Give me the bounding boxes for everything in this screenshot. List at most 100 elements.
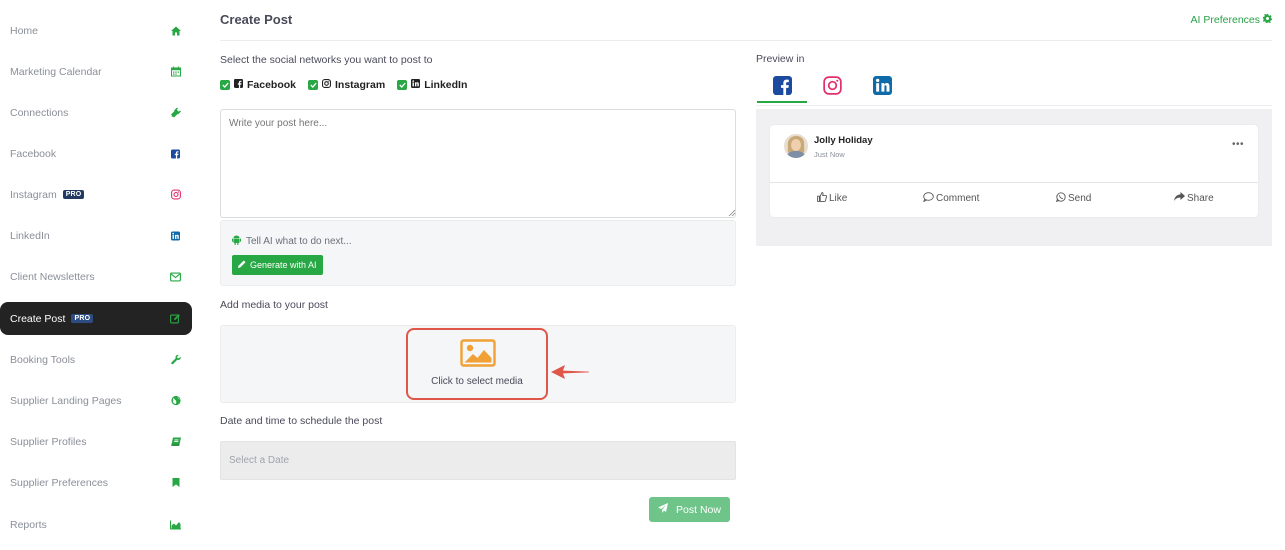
facebook-icon: [772, 76, 792, 98]
like-action[interactable]: Like: [817, 192, 847, 205]
network-option-linkedin[interactable]: LinkedIn: [397, 79, 467, 91]
more-options-icon[interactable]: •••: [1232, 139, 1244, 150]
generate-with-ai-button[interactable]: Generate with AI: [232, 255, 323, 275]
schedule-label: Date and time to schedule the post: [220, 415, 383, 427]
generate-with-ai-label: Generate with AI: [250, 260, 317, 270]
preview-tab-linkedin[interactable]: [857, 73, 907, 103]
date-picker-input[interactable]: Select a Date: [220, 441, 736, 480]
network-checkboxes: Facebook Instagram LinkedIn: [220, 79, 467, 91]
send-label: Send: [1068, 193, 1092, 204]
sidebar-item-reports[interactable]: Reports: [0, 508, 192, 541]
linkedin-icon: [170, 230, 181, 241]
ai-preferences-link[interactable]: AI Preferences: [1191, 14, 1272, 26]
send-action[interactable]: Send: [1055, 192, 1092, 205]
sidebar-item-connections[interactable]: Connections: [0, 96, 192, 129]
facebook-post-preview: Jolly Holiday Just Now ••• Like Comment …: [770, 125, 1258, 217]
preview-tab-facebook[interactable]: [757, 73, 807, 103]
network-option-label: LinkedIn: [424, 79, 468, 91]
android-icon: [232, 235, 241, 248]
sidebar-item-label: Supplier Profiles: [10, 435, 87, 448]
edit-icon: [170, 313, 181, 324]
select-media-button[interactable]: Click to select media: [406, 328, 548, 400]
share-action[interactable]: Share: [1174, 192, 1214, 204]
media-label: Add media to your post: [220, 299, 328, 311]
network-option-label: Facebook: [247, 79, 297, 91]
checkbox-checked-icon[interactable]: [308, 80, 319, 90]
sidebar-item-marketing-calendar[interactable]: Marketing Calendar: [0, 55, 192, 88]
sidebar-item-client-newsletters[interactable]: Client Newsletters: [0, 260, 192, 293]
preview-label: Preview in: [756, 53, 805, 65]
sidebar-item-label: Marketing Calendar: [10, 65, 102, 78]
resize-grip-icon[interactable]: [728, 209, 735, 216]
wrench-icon: [170, 354, 181, 365]
ai-preferences-label: AI Preferences: [1190, 14, 1260, 26]
area-chart-icon: [170, 519, 181, 530]
ai-prompt-placeholder: Tell AI what to do next...: [246, 236, 352, 247]
post-textarea[interactable]: [220, 109, 736, 218]
post-timestamp: Just Now: [814, 150, 845, 159]
pro-badge: PRO: [71, 314, 94, 323]
facebook-icon: [170, 148, 181, 159]
sidebar-item-instagram[interactable]: Instagram PRO: [0, 178, 192, 211]
networks-label: Select the social networks you want to p…: [220, 54, 433, 66]
plug-icon: [170, 107, 181, 118]
preview-tab-instagram[interactable]: [807, 73, 857, 103]
sidebar-item-label: Connections: [10, 106, 69, 119]
sidebar-item-supplier-profiles[interactable]: Supplier Profiles: [0, 425, 192, 458]
linkedin-icon: [872, 76, 892, 98]
like-label: Like: [829, 193, 848, 204]
linkedin-icon: [411, 79, 421, 91]
sidebar-item-linkedin[interactable]: LinkedIn: [0, 219, 192, 252]
comment-label: Comment: [936, 193, 980, 204]
network-option-instagram[interactable]: Instagram: [308, 79, 385, 91]
instagram-icon: [322, 79, 332, 91]
sidebar-item-home[interactable]: Home: [0, 14, 192, 47]
book-icon: [170, 436, 181, 447]
image-icon: [460, 339, 496, 367]
comment-action[interactable]: Comment: [922, 192, 980, 205]
gear-icon: [1263, 14, 1272, 26]
sidebar-item-supplier-preferences[interactable]: Supplier Preferences: [0, 466, 192, 499]
network-option-facebook[interactable]: Facebook: [220, 79, 296, 91]
calendar-icon: [170, 66, 181, 77]
post-now-button[interactable]: Post Now: [649, 497, 730, 522]
instagram-icon: [170, 189, 181, 200]
share-icon: [1174, 192, 1185, 204]
sidebar: Home Marketing Calendar Connections Face…: [0, 0, 200, 550]
sidebar-item-supplier-landing-pages[interactable]: Supplier Landing Pages: [0, 384, 192, 417]
sidebar-item-label: Client Newsletters: [10, 270, 95, 283]
thumbs-up-icon: [817, 192, 828, 205]
globe-icon: [170, 395, 181, 406]
sidebar-item-facebook[interactable]: Facebook: [0, 137, 192, 170]
checkbox-checked-icon[interactable]: [397, 80, 408, 90]
sidebar-item-label: Facebook: [10, 147, 57, 160]
sidebar-item-label: Supplier Landing Pages: [10, 394, 122, 407]
envelope-icon: [170, 271, 181, 282]
pro-badge: PRO: [62, 190, 85, 199]
ai-assistant-panel: Tell AI what to do next... Generate with…: [220, 220, 736, 286]
preview-tabs-divider: [756, 105, 1272, 106]
sidebar-item-label: Instagram: [10, 188, 57, 201]
header-divider: [220, 40, 1272, 41]
sidebar-item-label: LinkedIn: [10, 229, 50, 242]
avatar: [784, 134, 808, 158]
home-icon: [170, 25, 181, 36]
post-now-label: Post Now: [676, 503, 721, 516]
instagram-icon: [822, 76, 842, 98]
arrow-left-icon: [551, 365, 589, 379]
post-divider: [770, 182, 1258, 183]
comment-icon: [922, 192, 934, 205]
sidebar-item-label: Create Post: [10, 312, 66, 325]
checkbox-checked-icon[interactable]: [220, 80, 230, 90]
facebook-icon: [234, 79, 243, 91]
whatsapp-icon: [1055, 192, 1066, 205]
sidebar-item-booking-tools[interactable]: Booking Tools: [0, 343, 192, 376]
ai-prompt-input[interactable]: Tell AI what to do next...: [232, 235, 352, 248]
sidebar-item-label: Booking Tools: [10, 353, 76, 366]
bookmark-icon: [170, 477, 181, 488]
sidebar-item-label: Supplier Preferences: [10, 476, 109, 489]
sidebar-item-label: Home: [10, 24, 39, 37]
date-placeholder: Select a Date: [229, 455, 290, 466]
pencil-icon: [238, 260, 246, 270]
sidebar-item-create-post[interactable]: Create Post PRO: [0, 302, 192, 335]
